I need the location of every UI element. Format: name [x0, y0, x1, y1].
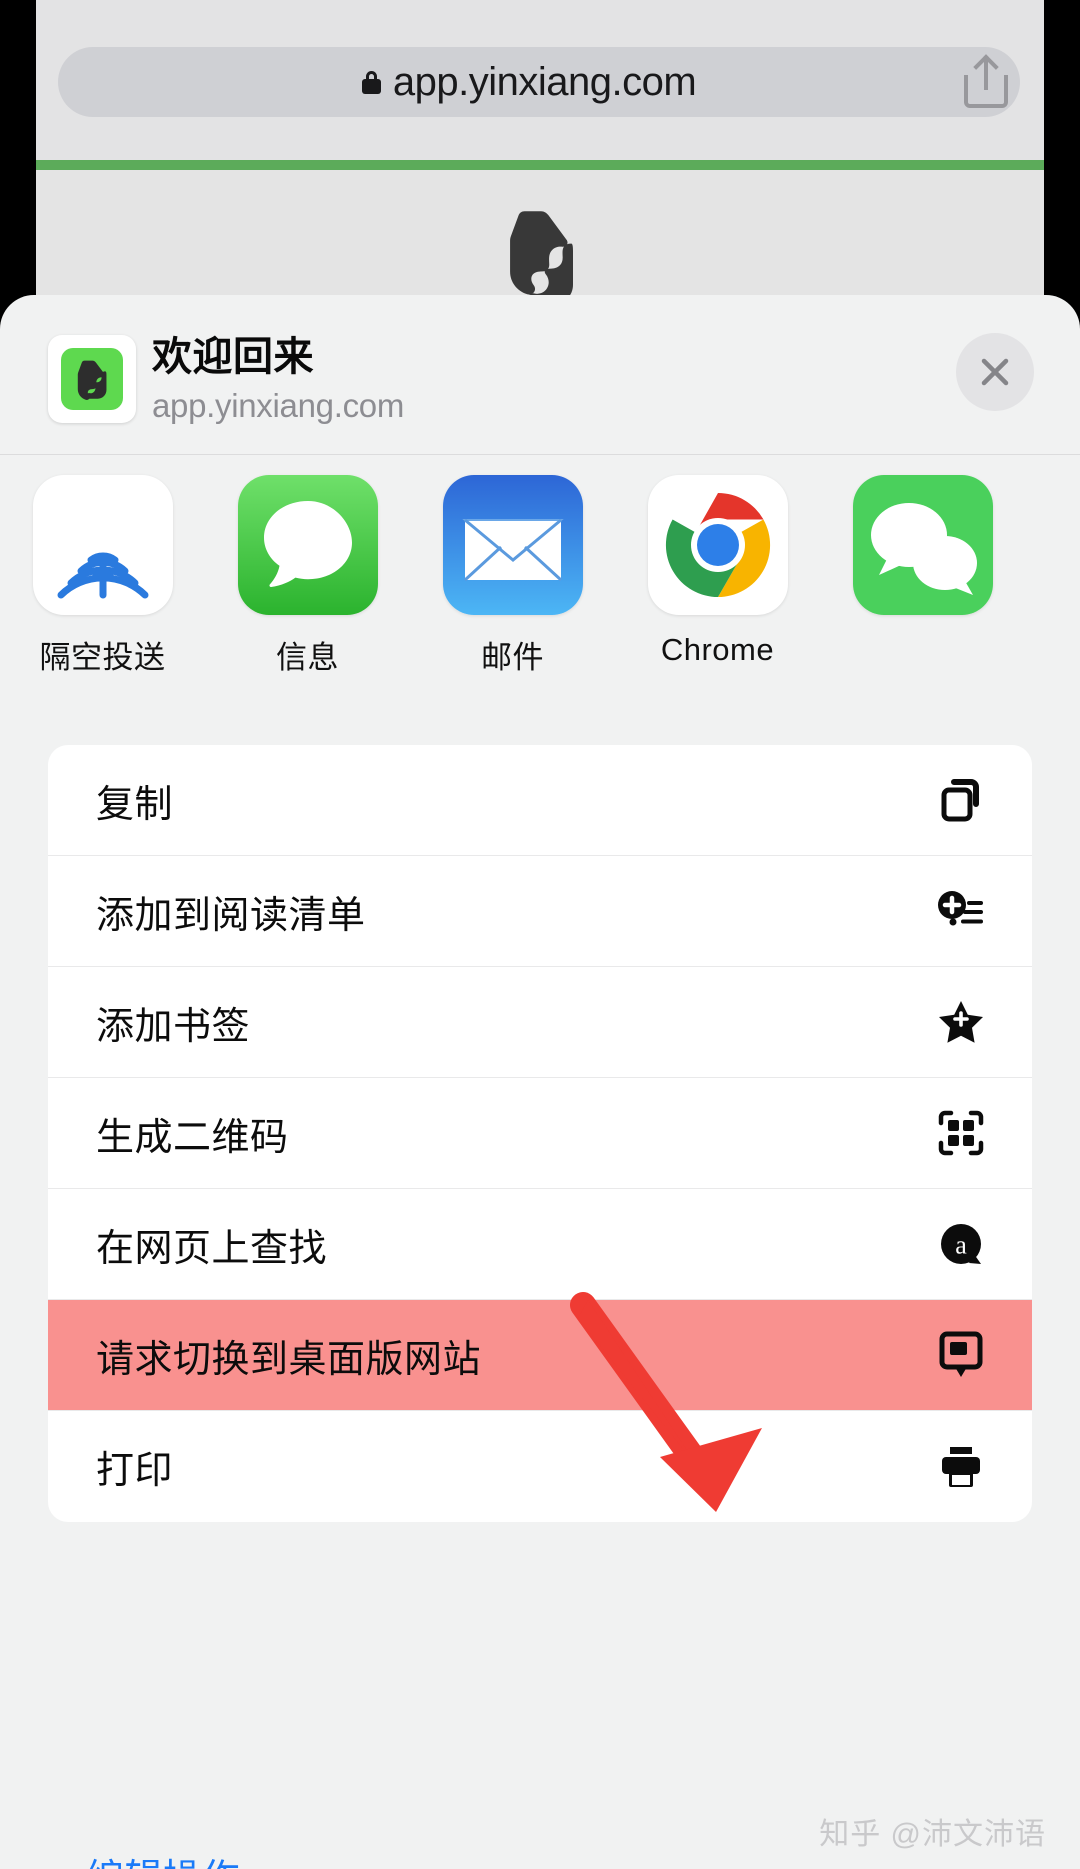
address-bar[interactable]: app.yinxiang.com — [58, 47, 1020, 117]
action-row-find-on-page[interactable]: 在网页上查找 a — [48, 1189, 1032, 1300]
close-icon — [981, 358, 1009, 386]
action-row-bookmark[interactable]: 添加书签 — [48, 967, 1032, 1078]
share-target-label: Chrome — [660, 632, 775, 667]
action-label: 添加书签 — [96, 1005, 251, 1048]
close-button[interactable] — [956, 333, 1034, 411]
screenshot-root: app.yinxiang.com 欢迎回来 app.yinxiang.com 隔… — [0, 0, 1080, 1869]
share-sheet: 欢迎回来 app.yinxiang.com 隔空投送 信息 邮件 Chrome … — [0, 295, 1080, 1869]
action-label: 在网页上查找 — [96, 1227, 328, 1270]
evernote-logo-icon — [510, 211, 573, 305]
action-label: 打印 — [96, 1450, 174, 1492]
watermark: 知乎 @沛文沛语 — [819, 1818, 1046, 1851]
browser-toolbar: app.yinxiang.com — [36, 0, 1044, 160]
action-row-copy[interactable]: 复制 — [48, 745, 1032, 856]
action-label: 添加到阅读清单 — [96, 894, 366, 937]
copy-icon — [936, 775, 986, 825]
action-label: 请求切换到桌面版网站 — [96, 1338, 482, 1381]
lock-icon — [361, 70, 381, 94]
wechat-icon — [852, 475, 993, 615]
page-title: 欢迎回来 — [152, 335, 314, 379]
share-target-label: 隔空投送 — [39, 640, 166, 675]
share-target-label: 邮件 — [481, 640, 544, 675]
share-target-airdrop[interactable]: 隔空投送 — [0, 475, 205, 677]
action-list: 复制 添加到阅读清单 添加书签 生成二维码 在网页上查找 a 请求切换到桌面版网… — [48, 745, 1032, 1522]
airdrop-icon — [32, 475, 173, 615]
find-on-page-icon: a — [936, 1219, 986, 1269]
action-row-print[interactable]: 打印 — [48, 1411, 1032, 1522]
action-label: 生成二维码 — [96, 1116, 289, 1159]
share-target-info: 欢迎回来 app.yinxiang.com — [152, 331, 404, 429]
messages-icon — [237, 475, 378, 615]
edit-actions-link[interactable]: 编辑操作 — [86, 1847, 240, 1869]
mail-icon — [442, 475, 583, 615]
share-target-label: 信息 — [276, 640, 339, 675]
printer-icon — [936, 1442, 986, 1492]
action-label: 复制 — [96, 783, 174, 826]
share-target-mail[interactable]: 邮件 — [410, 475, 615, 677]
share-target-wechat[interactable] — [820, 475, 1025, 632]
svg-text:a: a — [955, 1231, 967, 1260]
progress-bar-green — [36, 160, 1044, 170]
qr-code-icon — [936, 1108, 986, 1158]
action-row-request-desktop-site[interactable]: 请求切换到桌面版网站 — [48, 1300, 1032, 1411]
share-icon[interactable] — [964, 54, 1008, 108]
action-row-qr-code[interactable]: 生成二维码 — [48, 1078, 1032, 1189]
bookmark-star-icon — [936, 997, 986, 1047]
address-bar-text: app.yinxiang.com — [392, 60, 697, 104]
desktop-site-icon — [936, 1330, 986, 1380]
share-targets-row[interactable]: 隔空投送 信息 邮件 Chrome — [0, 455, 1080, 737]
evernote-app-icon — [48, 335, 136, 423]
share-target-messages[interactable]: 信息 — [205, 475, 410, 677]
share-target-chrome[interactable]: Chrome — [615, 475, 820, 668]
add-to-reading-list-icon — [936, 886, 986, 936]
page-url: app.yinxiang.com — [152, 387, 405, 424]
action-row-add-to-reading-list[interactable]: 添加到阅读清单 — [48, 856, 1032, 967]
evernote-elephant-icon — [77, 360, 107, 400]
chrome-icon — [647, 475, 788, 615]
share-sheet-header: 欢迎回来 app.yinxiang.com — [0, 295, 1080, 455]
